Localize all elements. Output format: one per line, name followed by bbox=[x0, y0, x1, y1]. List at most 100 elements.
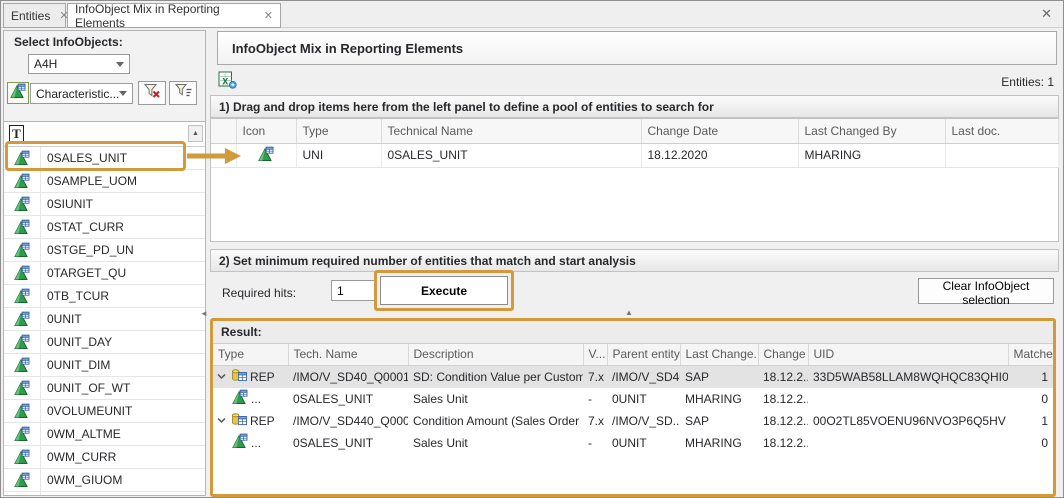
list-item-0wm_altme[interactable]: 0WM_ALTME bbox=[4, 423, 205, 446]
list-item-label: 0TARGET_QU bbox=[41, 266, 126, 280]
scroll-up-button[interactable]: ▲ bbox=[188, 125, 203, 142]
cell-uid bbox=[808, 388, 1008, 410]
list-item-0unit_dim[interactable]: 0UNIT_DIM bbox=[4, 354, 205, 377]
result-header-label: Result: bbox=[221, 325, 262, 339]
entity-pool-row[interactable]: UNI0SALES_UNIT18.12.2020MHARING bbox=[211, 143, 1058, 167]
page-title-label: InfoObject Mix in Reporting Elements bbox=[232, 41, 463, 56]
clear-infoobject-selection-button[interactable]: Clear InfoObject selection bbox=[918, 278, 1054, 304]
cell-description: Sales Unit bbox=[408, 432, 583, 454]
execute-highlight-box: Execute bbox=[374, 270, 514, 311]
infoobject-icon bbox=[4, 469, 41, 491]
infoobject-icon bbox=[4, 423, 41, 445]
list-item-label: 0SAMPLE_UOM bbox=[41, 174, 137, 188]
cell-uid: 00O2TL85VOENU96NVO3P6Q5HV bbox=[808, 410, 1008, 432]
cell-tech_name: /IMO/V_SD40_Q0001 bbox=[288, 365, 408, 388]
list-item-0unit_day[interactable]: 0UNIT_DAY bbox=[4, 331, 205, 354]
tab-entities-label: Entities bbox=[11, 9, 50, 23]
export-to-excel-button[interactable]: X bbox=[218, 71, 237, 89]
result-column-header: Type bbox=[213, 344, 288, 365]
list-item-0siunit[interactable]: 0SIUNIT bbox=[4, 193, 205, 216]
splitter-collapse-left-icon[interactable]: ◄ bbox=[200, 309, 208, 318]
result-type-label: ... bbox=[251, 436, 261, 450]
result-row[interactable]: REP/IMO/V_SD440_Q0001Condition Amount (S… bbox=[213, 410, 1053, 432]
cell-version: - bbox=[583, 432, 607, 454]
list-item-partial[interactable] bbox=[4, 492, 205, 495]
list-item-0unit[interactable]: 0UNIT bbox=[4, 308, 205, 331]
cell-tech_name: 0SALES_UNIT bbox=[288, 432, 408, 454]
required-hits-label: Required hits: bbox=[222, 286, 296, 300]
result-column-header: Last Change... bbox=[680, 344, 758, 365]
splitter-collapse-up-icon[interactable]: ▲ bbox=[625, 308, 633, 317]
infoobject-icon bbox=[4, 262, 41, 284]
list-item-0sample_uom[interactable]: 0SAMPLE_UOM bbox=[4, 170, 205, 193]
list-item-0unit_of_wt[interactable]: 0UNIT_OF_WT bbox=[4, 377, 205, 400]
list-item-label: 0TB_TCUR bbox=[41, 289, 109, 303]
list-item-0tb_tcur[interactable]: 0TB_TCUR bbox=[4, 285, 205, 308]
result-column-header: V... bbox=[583, 344, 607, 365]
tab-infoobject-mix[interactable]: InfoObject Mix in Reporting Elements ✕ bbox=[67, 3, 281, 28]
list-item-label: 0UNIT bbox=[41, 312, 82, 326]
text-filter-icon[interactable]: T bbox=[9, 125, 24, 142]
execute-button[interactable]: Execute bbox=[380, 276, 508, 305]
clear-filter-button[interactable] bbox=[138, 81, 166, 105]
cell-version: 7.x bbox=[583, 410, 607, 432]
row-selector-cell[interactable] bbox=[211, 143, 236, 167]
infoobject-type-button[interactable] bbox=[7, 82, 29, 104]
cell-technical_name: 0SALES_UNIT bbox=[381, 143, 641, 167]
section2-header: 2) Set minimum required number of entiti… bbox=[210, 249, 1059, 272]
infoobject-icon bbox=[232, 433, 248, 452]
list-item-0volumeunit[interactable]: 0VOLUMEUNIT bbox=[4, 400, 205, 423]
list-item-0wm_curr[interactable]: 0WM_CURR bbox=[4, 446, 205, 469]
sidebar-select-infoobjects: Select InfoObjects: A4H Characteristic..… bbox=[3, 30, 206, 496]
cell-last_changed_by: MHARING bbox=[680, 432, 758, 454]
infoobject-icon bbox=[4, 400, 41, 422]
column-header: Icon bbox=[236, 119, 296, 143]
chevron-down-icon[interactable] bbox=[216, 415, 228, 426]
list-item-0wm_giuom[interactable]: 0WM_GIUOM bbox=[4, 469, 205, 492]
list-item-label: 0UNIT_DAY bbox=[41, 335, 112, 349]
cell-description: Sales Unit bbox=[408, 388, 583, 410]
infoobject-icon bbox=[4, 492, 41, 495]
result-column-header: Description bbox=[408, 344, 583, 365]
list-item-label: 0SALES_UNIT bbox=[41, 151, 127, 165]
section1-header: 1) Drag and drop items here from the lef… bbox=[210, 95, 1059, 118]
page-title: InfoObject Mix in Reporting Elements bbox=[217, 31, 1057, 65]
list-item-label: 0WM_GIUOM bbox=[41, 473, 122, 487]
chevron-down-icon[interactable] bbox=[216, 371, 228, 382]
cell-change_date: 18.12.2... bbox=[758, 388, 808, 410]
infoobject-type-dropdown[interactable]: Characteristic... bbox=[30, 83, 133, 104]
chevron-down-icon bbox=[119, 91, 127, 96]
list-item-0stge_pd_un[interactable]: 0STGE_PD_UN bbox=[4, 239, 205, 262]
cell-parent_entity: /IMO/V_SD... bbox=[607, 410, 680, 432]
list-item-0sales_unit[interactable]: 0SALES_UNIT bbox=[4, 147, 205, 170]
cell-last_changed_by: SAP bbox=[680, 365, 758, 388]
close-icon[interactable]: ✕ bbox=[50, 9, 68, 22]
clear-filter-icon bbox=[143, 82, 162, 104]
cell-type: UNI bbox=[296, 143, 381, 167]
filter-button[interactable] bbox=[169, 81, 197, 105]
cell-change_date: 18.12.2... bbox=[758, 365, 808, 388]
infoobject-list-header: T ▲ bbox=[4, 122, 205, 147]
result-row[interactable]: ...0SALES_UNITSales Unit-0UNITMHARING18.… bbox=[213, 432, 1053, 454]
svg-text:X: X bbox=[222, 77, 228, 87]
infoobject-icon bbox=[4, 239, 41, 261]
cell-change_date: 18.12.2020 bbox=[641, 143, 798, 167]
infoobject-icon bbox=[4, 193, 41, 215]
list-item-0stat_curr[interactable]: 0STAT_CURR bbox=[4, 216, 205, 239]
result-row[interactable]: ...0SALES_UNITSales Unit-0UNITMHARING18.… bbox=[213, 388, 1053, 410]
result-column-header: Change ... bbox=[758, 344, 808, 365]
cell-parent_entity: 0UNIT bbox=[607, 388, 680, 410]
column-header: Last Changed By bbox=[798, 119, 945, 143]
result-row[interactable]: REP/IMO/V_SD40_Q0001SD: Condition Value … bbox=[213, 365, 1053, 388]
infoobject-type-dropdown-value: Characteristic... bbox=[36, 87, 119, 101]
tab-entities[interactable]: Entities ✕ bbox=[3, 3, 66, 28]
cell-tech_name: /IMO/V_SD440_Q0001 bbox=[288, 410, 408, 432]
system-dropdown[interactable]: A4H bbox=[28, 54, 130, 74]
result-column-header: Parent entity bbox=[607, 344, 680, 365]
report-icon bbox=[231, 367, 247, 386]
close-icon[interactable]: ✕ bbox=[255, 9, 273, 22]
cell-uid: 33D5WAB58LLAM8WQHQC83QHI0 bbox=[808, 365, 1008, 388]
infoobject-icon bbox=[4, 331, 41, 353]
close-icon[interactable]: ✕ bbox=[1041, 6, 1052, 22]
list-item-0target_qu[interactable]: 0TARGET_QU bbox=[4, 262, 205, 285]
